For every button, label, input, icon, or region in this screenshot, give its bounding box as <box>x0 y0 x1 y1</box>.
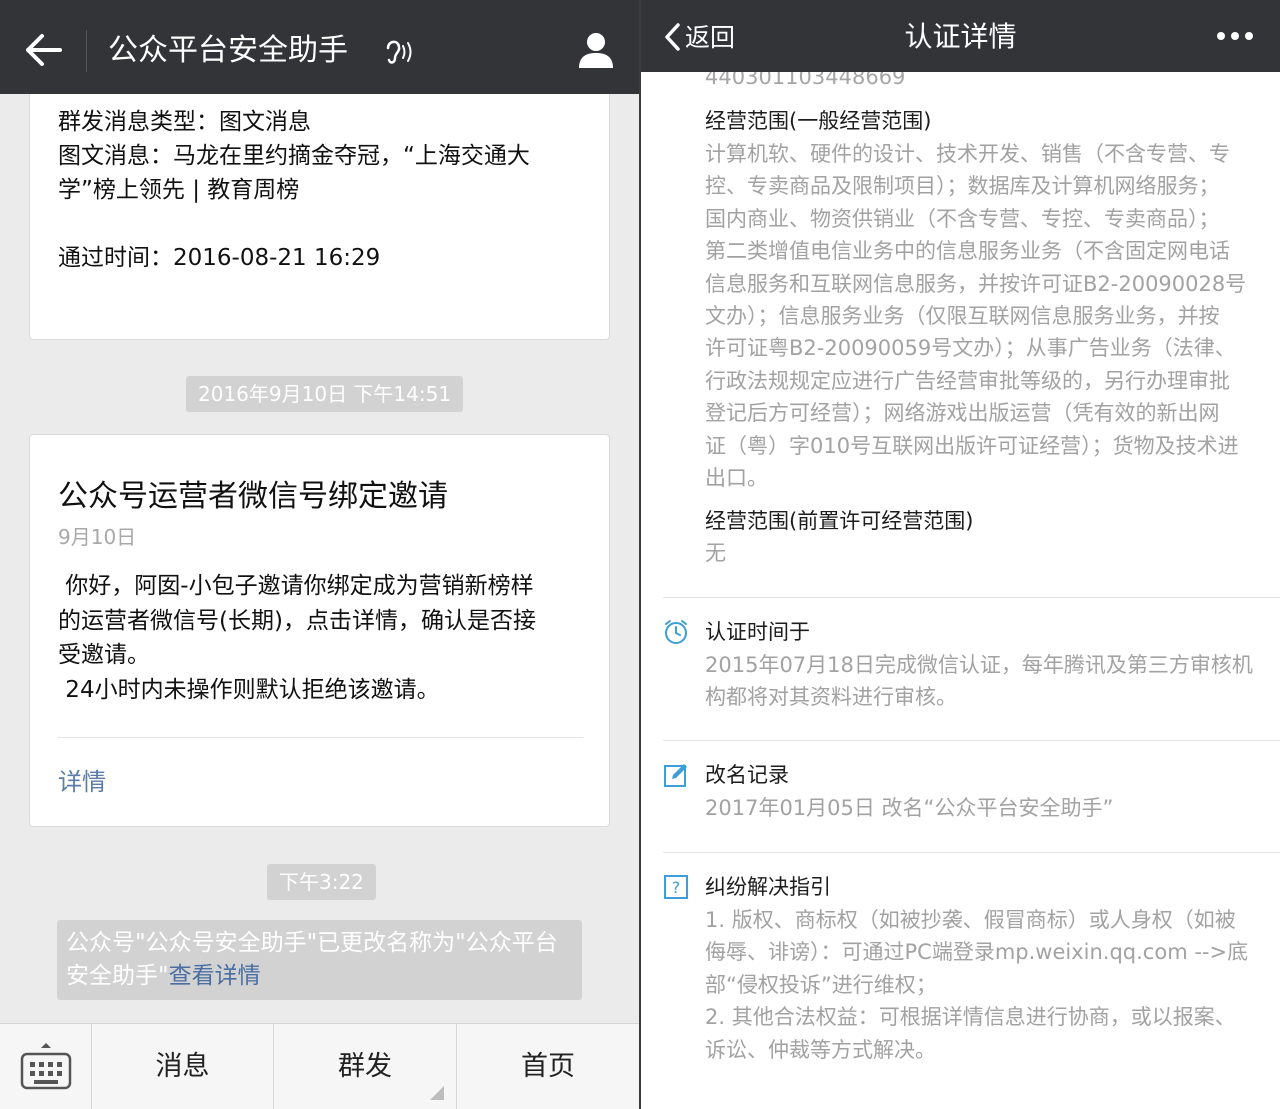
dispute-guide-label: 纠纷解决指引 <box>705 875 831 899</box>
message-card-broadcast: 群发消息类型：图文消息 图文消息：马龙在里约摘金夺冠，“上海交通大 学”榜上领先… <box>29 60 610 340</box>
keyboard-icon <box>20 1043 72 1090</box>
menu-tab-broadcast[interactable]: 群发 <box>274 1024 457 1109</box>
invite-body-line: 的运营者微信号(长期)，点击详情，确认是否接 <box>58 607 536 634</box>
scope-line: 行政法规规定应进行广告经营审批等级的，另行办理审批 <box>705 368 1230 393</box>
scope-line: 文办）；信息服务业务（仅限互联网信息服务业务，并按 <box>705 304 1220 329</box>
dispute-line: 2. 其他合法权益：可根据详情信息进行协商，或以报案、 <box>705 1005 1236 1030</box>
general-scope-label: 经营范围(一般经营范围) <box>705 109 932 133</box>
message-card-invite[interactable]: 公众号运营者微信号绑定邀请 9月10日 你好，阿囡-小包子邀请你绑定成为营销新榜… <box>29 434 610 827</box>
invite-date: 9月10日 <box>58 525 137 549</box>
scope-line: 国内商业、物资供销业（不含专营、专控、专卖商品）； <box>705 206 1220 231</box>
menu-tab-messages[interactable]: 消息 <box>92 1024 274 1109</box>
card-line: 图文消息：马龙在里约摘金夺冠，“上海交通大 <box>58 143 530 169</box>
menu-tab-label: 群发 <box>338 1051 392 1082</box>
svg-text:?: ? <box>672 878 681 897</box>
dispute-line: 1. 版权、商标权（如被抄袭、假冒商标）或人身权（如被 <box>705 908 1236 932</box>
chat-panel: 群发消息类型：图文消息 图文消息：马龙在里约摘金夺冠，“上海交通大 学”榜上领先… <box>0 0 639 1109</box>
notice-text: 公众号"公众号安全助手"已更改名称为"公众平台安全助手" <box>66 930 558 989</box>
detail-header: 返回 认证详情 <box>641 0 1280 72</box>
invite-body-line: 受邀请。 <box>58 642 150 668</box>
scope-line: 出口。 <box>705 466 768 491</box>
question-icon: ? <box>664 875 688 899</box>
scope-line: 控、专卖商品及限制项目）；数据库及计算机网络服务； <box>705 174 1220 199</box>
system-notice: 公众号"公众号安全助手"已更改名称为"公众平台安全助手"查看详情 <box>57 920 582 1000</box>
card-line: 学”榜上领先 | 教育周榜 <box>58 177 300 203</box>
scope-line: 登记后方可经营）；网络游戏出版运营（凭有效的新出网 <box>705 401 1220 426</box>
page-title: 认证详情 <box>904 20 1017 53</box>
dispute-line: 诉讼、仲裁等方式解决。 <box>705 1037 936 1062</box>
view-details-link[interactable]: 查看详情 <box>169 963 261 989</box>
passed-time: 通过时间：2016-08-21 16:29 <box>58 245 381 271</box>
menu-tab-home[interactable]: 首页 <box>457 1024 639 1109</box>
clock-icon <box>665 620 687 644</box>
more-dots-icon[interactable] <box>1216 28 1254 44</box>
licensed-scope-value: 无 <box>705 541 726 565</box>
rename-record-label: 改名记录 <box>705 763 789 787</box>
edit-icon <box>664 764 687 787</box>
timestamp: 下午3:22 <box>267 864 376 900</box>
timestamp: 2016年9月10日 下午14:51 <box>186 376 464 412</box>
scope-line: 第二类增值电信业务中的信息服务业务（不含固定网电话 <box>705 239 1230 264</box>
rename-record-value: 2017年01月05日 改名“公众平台安全助手” <box>705 796 1114 820</box>
invite-body-line: 24小时内未操作则默认拒绝该邀请。 <box>58 676 440 703</box>
certification-line: 2015年07月18日完成微信认证，每年腾讯及第三方审核机 <box>705 653 1253 677</box>
invite-body: 你好，阿囡-小包子邀请你绑定成为营销新榜样 的运营者微信号(长期)，点击详情，确… <box>58 569 588 707</box>
certification-line: 构都将对其资料进行审核。 <box>705 685 957 710</box>
back-arrow-icon[interactable] <box>22 30 64 70</box>
scope-line: 计算机软、硬件的设计、技术开发、销售（不含专营、专 <box>705 142 1230 166</box>
dispute-guide-value: 1. 版权、商标权（如被抄袭、假冒商标）或人身权（如被 侮辱、诽谤）：可通过PC… <box>705 904 1265 1066</box>
scope-line: 信息服务和互联网信息服务，并按许可证B2-20090028号 <box>705 271 1247 296</box>
certification-detail-panel: 440301103448669 返回 认证详情 经营范围(一般经营范围) 计算机… <box>641 0 1280 1109</box>
certification-value: 2015年07月18日完成微信认证，每年腾讯及第三方审核机 构都将对其资料进行审… <box>705 649 1265 714</box>
invite-title: 公众号运营者微信号绑定邀请 <box>58 479 448 514</box>
scope-line: 许可证粤B2-20090059号文办）；从事广告业务（法律、 <box>705 336 1236 361</box>
ear-icon <box>386 40 412 64</box>
scope-line: 证（粤）字010号互联网出版许可证经营）；货物及技术进 <box>705 433 1239 458</box>
bottom-menu-bar: 消息 群发 首页 <box>0 1023 639 1109</box>
person-icon[interactable] <box>576 30 616 70</box>
keyboard-toggle-button[interactable] <box>0 1024 92 1109</box>
licensed-scope-label: 经营范围(前置许可经营范围) <box>705 509 974 533</box>
invite-body-line: 你好，阿囡-小包子邀请你绑定成为营销新榜样 <box>58 573 534 599</box>
submenu-indicator-icon <box>430 1086 444 1100</box>
certification-label: 认证时间于 <box>705 620 810 644</box>
details-link[interactable]: 详情 <box>58 765 106 799</box>
chat-header: 公众平台安全助手 <box>0 0 639 94</box>
dispute-line: 部“侵权投诉”进行维权； <box>705 972 937 997</box>
card-line: 群发消息类型：图文消息 <box>58 109 311 135</box>
dispute-line: 侮辱、诽谤）：可通过PC端登录mp.weixin.qq.com -->底 <box>705 940 1249 965</box>
chat-title: 公众平台安全助手 <box>108 33 348 68</box>
general-scope-value: 计算机软、硬件的设计、技术开发、销售（不含专营、专 控、专卖商品及限制项目）；数… <box>705 138 1265 494</box>
